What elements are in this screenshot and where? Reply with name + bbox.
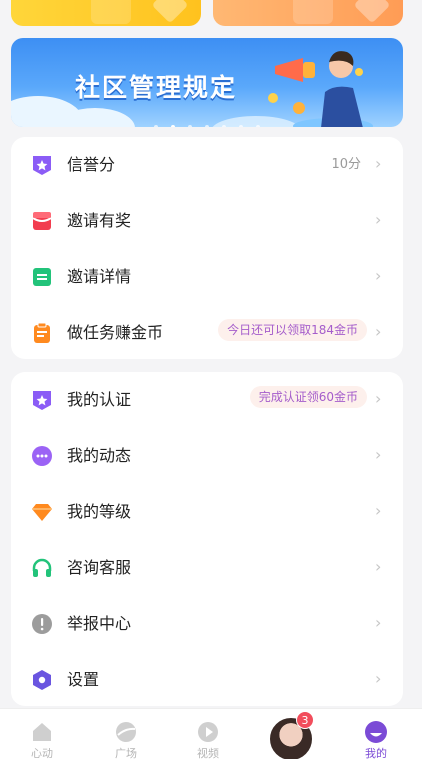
card-decoration	[293, 0, 333, 24]
bottom-tab-bar: 心动 广场 视频 我的	[0, 708, 422, 759]
chevron-right-icon: ›	[375, 669, 382, 688]
menu-item-report-center[interactable]: 举报中心 ›	[11, 596, 403, 652]
tab-mine[interactable]: 我的	[334, 709, 418, 759]
alert-icon	[32, 614, 52, 634]
menu-item-my-level[interactable]: 我的等级 ›	[11, 484, 403, 540]
chevron-right-icon: ›	[375, 501, 382, 520]
menu-item-settings[interactable]: 设置 ›	[11, 652, 403, 708]
chevron-right-icon: ›	[375, 613, 382, 632]
reward-card-orange[interactable]	[213, 0, 403, 26]
play-icon	[198, 722, 218, 742]
settings-hexagon-icon	[33, 670, 51, 690]
coins-remaining-badge: 今日还可以领取184金币	[218, 319, 367, 341]
chevron-right-icon: ›	[375, 445, 382, 464]
diamond-icon	[32, 504, 52, 521]
carousel-dot[interactable]	[256, 125, 261, 127]
menu-card-1: 信誉分 10分 › 邀请有奖 › 邀请详情 › 做任务赚金币 今日还可以领取18…	[11, 137, 403, 359]
chevron-right-icon: ›	[375, 322, 382, 341]
menu-item-label: 信誉分	[67, 155, 116, 174]
top-cards	[0, 0, 422, 26]
chevron-right-icon: ›	[375, 557, 382, 576]
carousel-dot[interactable]	[153, 125, 158, 127]
diamond-icon	[353, 0, 391, 24]
menu-item-label: 举报中心	[67, 614, 132, 633]
chevron-right-icon: ›	[375, 210, 382, 229]
notification-badge: 3	[296, 711, 314, 729]
planet-icon	[116, 722, 136, 742]
menu-item-tasks-coins[interactable]: 做任务赚金币 今日还可以领取184金币 ›	[11, 305, 403, 361]
menu-item-label: 咨询客服	[67, 558, 132, 577]
tab-label: 我的	[365, 747, 387, 759]
menu-card-2: 我的认证 完成认证领60金币 › 我的动态 › 我的等级 › 咨询客服 › 举报…	[11, 372, 403, 706]
tab-label: 心动	[31, 747, 53, 759]
menu-item-label: 邀请有奖	[67, 211, 132, 230]
carousel-dot[interactable]	[187, 125, 192, 127]
chevron-right-icon: ›	[375, 389, 382, 408]
profile-face-icon	[365, 721, 387, 743]
menu-item-label: 我的动态	[67, 446, 132, 465]
clipboard-icon	[34, 322, 50, 343]
menu-item-label: 做任务赚金币	[67, 323, 164, 342]
carousel-dot[interactable]	[222, 125, 227, 127]
menu-item-label: 我的认证	[67, 390, 132, 409]
tab-label: 广场	[115, 747, 137, 759]
tab-video[interactable]: 视频	[166, 709, 250, 759]
banner-title: 社区管理规定	[75, 73, 238, 102]
document-icon	[33, 268, 51, 286]
carousel-dot[interactable]	[239, 125, 244, 127]
reward-card-yellow[interactable]	[11, 0, 201, 26]
menu-item-label: 设置	[67, 670, 100, 689]
card-decoration	[91, 0, 131, 24]
menu-item-credit-score[interactable]: 信誉分 10分 ›	[11, 137, 403, 193]
chevron-right-icon: ›	[375, 266, 382, 285]
menu-item-my-posts[interactable]: 我的动态 ›	[11, 428, 403, 484]
headphones-icon	[32, 558, 52, 577]
red-envelope-icon	[32, 212, 52, 230]
menu-item-invite-reward[interactable]: 邀请有奖 ›	[11, 193, 403, 249]
chat-bubble-icon	[32, 446, 52, 466]
chevron-right-icon: ›	[375, 154, 382, 173]
menu-item-label: 我的等级	[67, 502, 132, 521]
menu-item-label: 邀请详情	[67, 267, 132, 286]
menu-item-invite-details[interactable]: 邀请详情 ›	[11, 249, 403, 305]
menu-item-verification[interactable]: 我的认证 完成认证领60金币 ›	[11, 372, 403, 428]
carousel-dot[interactable]	[205, 125, 209, 127]
tab-label: 视频	[197, 747, 219, 759]
carousel-dot[interactable]	[170, 125, 175, 127]
carousel-dots	[11, 114, 403, 127]
credit-score-value: 10分	[331, 157, 361, 172]
diamond-icon	[151, 0, 189, 24]
tab-heartbeat[interactable]: 心动	[0, 709, 84, 759]
tab-square[interactable]: 广场	[84, 709, 168, 759]
community-rules-banner[interactable]: 社区管理规定	[11, 38, 403, 127]
credit-badge-icon	[33, 156, 51, 175]
verification-reward-badge: 完成认证领60金币	[249, 386, 367, 408]
menu-item-customer-service[interactable]: 咨询客服 ›	[11, 540, 403, 596]
home-icon	[33, 723, 51, 741]
verification-badge-icon	[33, 391, 51, 410]
